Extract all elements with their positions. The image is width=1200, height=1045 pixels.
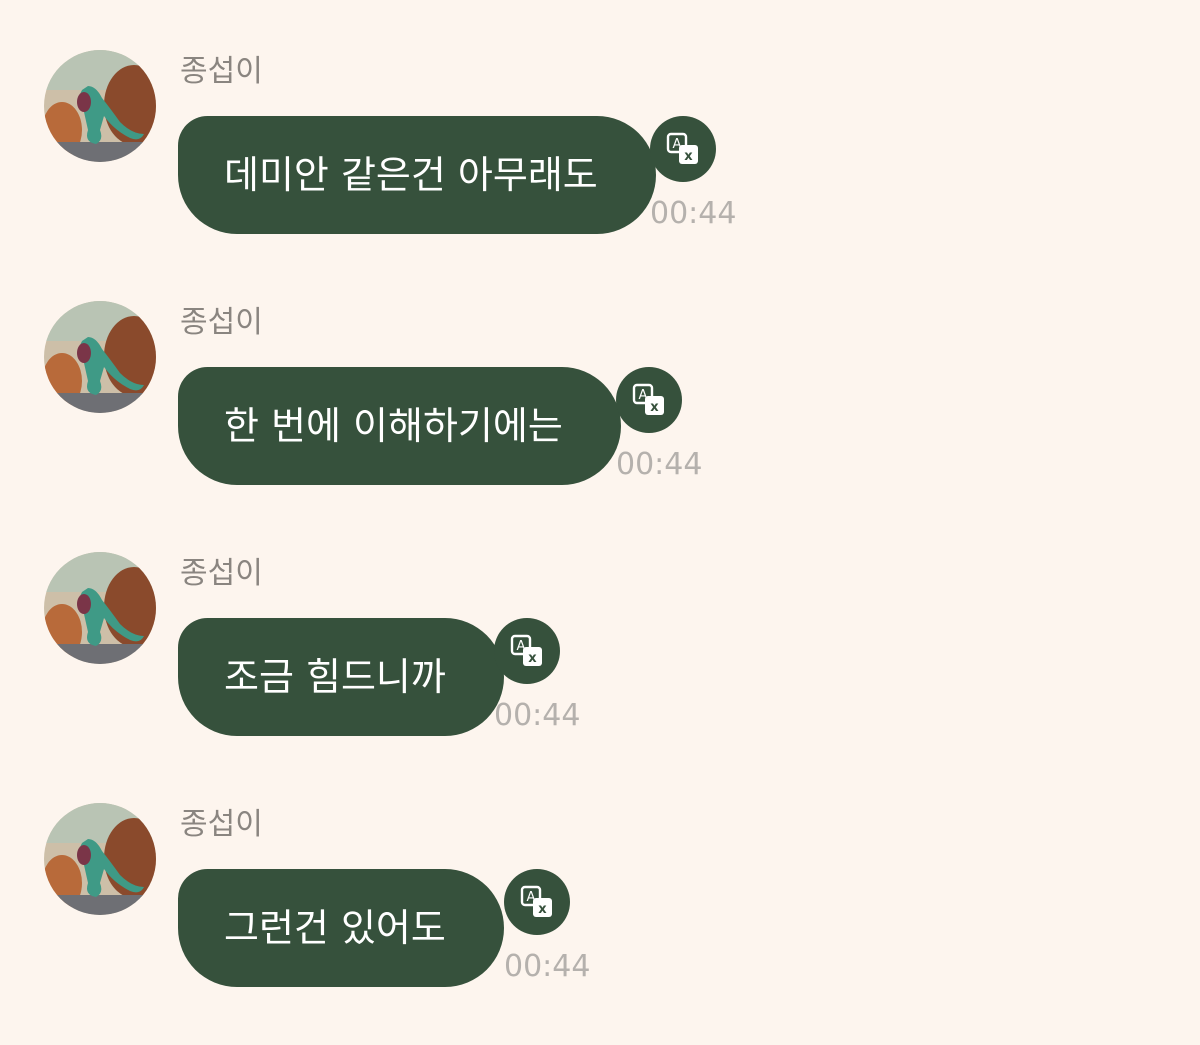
lizard-avatar-image: [44, 50, 156, 162]
message-time: 00:44: [650, 196, 737, 231]
message-row: 종섭이 조금 힘드니까 A x 00:44: [0, 502, 1200, 742]
translate-icon: A x: [520, 885, 552, 917]
message-time: 00:44: [616, 447, 703, 482]
sender-avatar[interactable]: [44, 301, 156, 413]
chat-message-list: 종섭이 데미안 같은건 아무래도 A x 00:44 종섭이 한 번에 이해하기…: [0, 0, 1200, 1045]
svg-text:x: x: [528, 651, 537, 666]
translate-button[interactable]: A x: [504, 869, 570, 935]
translate-icon: A x: [632, 383, 664, 415]
lizard-avatar-image: [44, 803, 156, 915]
message-meta: A x 00:44: [650, 116, 760, 236]
svg-text:x: x: [650, 400, 659, 415]
message-time: 00:44: [504, 949, 591, 984]
sender-name: 종섭이: [180, 305, 263, 340]
message-bubble[interactable]: 한 번에 이해하기에는: [178, 367, 621, 485]
sender-avatar[interactable]: [44, 552, 156, 664]
translate-icon: A x: [666, 132, 698, 164]
sender-name: 종섭이: [180, 807, 263, 842]
message-time: 00:44: [494, 698, 581, 733]
svg-text:x: x: [684, 149, 693, 164]
translate-button[interactable]: A x: [650, 116, 716, 182]
sender-name: 종섭이: [180, 556, 263, 591]
lizard-avatar-image: [44, 552, 156, 664]
sender-avatar[interactable]: [44, 803, 156, 915]
message-row: 종섭이 한 번에 이해하기에는 A x 00:44: [0, 251, 1200, 491]
translate-button[interactable]: A x: [494, 618, 560, 684]
svg-text:x: x: [538, 902, 547, 917]
message-bubble[interactable]: 데미안 같은건 아무래도: [178, 116, 656, 234]
sender-name: 종섭이: [180, 54, 263, 89]
lizard-avatar-image: [44, 301, 156, 413]
message-meta: A x 00:44: [504, 869, 614, 989]
message-row: 종섭이 그런건 있어도 A x 00:44: [0, 753, 1200, 993]
sender-avatar[interactable]: [44, 50, 156, 162]
translate-button[interactable]: A x: [616, 367, 682, 433]
message-meta: A x 00:44: [494, 618, 604, 738]
translate-icon: A x: [510, 634, 542, 666]
message-bubble[interactable]: 그런건 있어도: [178, 869, 504, 987]
message-bubble[interactable]: 조금 힘드니까: [178, 618, 504, 736]
message-meta: A x 00:44: [616, 367, 726, 487]
message-row: 종섭이 데미안 같은건 아무래도 A x 00:44: [0, 0, 1200, 240]
